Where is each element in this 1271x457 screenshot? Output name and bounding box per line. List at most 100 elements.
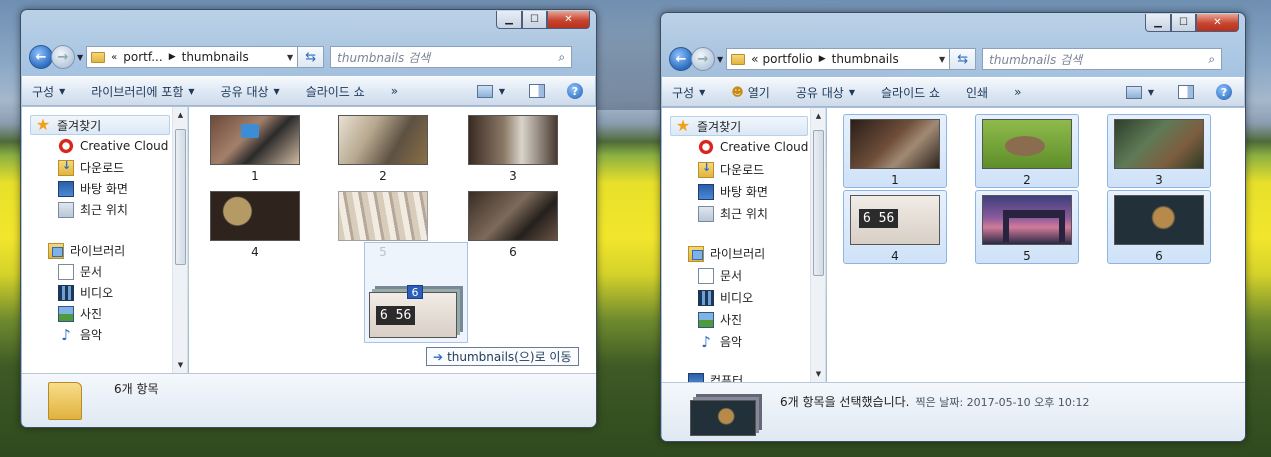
search-box[interactable]: thumbnails 검색 ⌕ <box>982 48 1223 70</box>
address-bar[interactable]: « portf... ▶ thumbnails ▼ <box>86 46 299 68</box>
minimize-button[interactable]: ▁ <box>496 11 522 29</box>
slideshow-button[interactable]: 슬라이드 쇼 <box>306 83 365 100</box>
view-dropdown[interactable]: ▼ <box>499 87 505 96</box>
organize-button[interactable]: 구성 ▼ <box>32 83 65 100</box>
nav-favorites[interactable]: ★ 즐겨찾기 <box>670 116 808 136</box>
address-dropdown[interactable]: ▼ <box>939 55 945 64</box>
file-list[interactable]: 1 2 3 4 5 6 <box>827 108 1245 382</box>
search-box[interactable]: thumbnails 검색 ⌕ <box>330 46 573 68</box>
nav-item-videos[interactable]: 비디오 <box>58 284 113 301</box>
breadcrumb-separator[interactable]: ▶ <box>169 52 176 62</box>
nav-favorites[interactable]: ★ 즐겨찾기 <box>30 115 170 135</box>
refresh-icon[interactable]: ⇆ <box>950 48 977 70</box>
thumbnail-image <box>982 119 1072 169</box>
scroll-thumb[interactable] <box>175 129 186 265</box>
back-icon[interactable]: ← <box>669 47 693 71</box>
include-in-library-button[interactable]: 라이브러리에 포함 ▼ <box>91 83 194 100</box>
breadcrumb-overflow[interactable]: « <box>751 52 758 66</box>
more-commands-button[interactable]: » <box>391 84 398 98</box>
scroll-down-arrow[interactable]: ▼ <box>173 357 187 373</box>
close-button[interactable]: ✕ <box>1196 14 1239 32</box>
search-icon[interactable]: ⌕ <box>558 50 565 65</box>
open-button[interactable]: ☻ 열기 <box>731 84 770 101</box>
print-button[interactable]: 인쇄 <box>966 84 988 101</box>
nav-item-recent[interactable]: 최근 위치 <box>698 205 768 222</box>
breadcrumb-overflow[interactable]: « <box>111 52 117 63</box>
breadcrumb-item[interactable]: portfolio <box>763 52 813 66</box>
forward-icon[interactable]: → <box>691 47 715 71</box>
maximize-button[interactable]: ☐ <box>522 11 547 29</box>
nav-computer[interactable]: 컴퓨터 <box>688 372 743 382</box>
explorer-window-right[interactable]: ▁ ☐ ✕ ← → ▼ « portfolio ▶ thumbnails ▼ ⇆… <box>660 12 1246 442</box>
nav-item-documents[interactable]: 문서 <box>58 263 102 280</box>
nav-item-downloads[interactable]: 다운로드 <box>58 159 124 176</box>
nav-libraries[interactable]: 라이브러리 <box>48 242 125 259</box>
share-with-button[interactable]: 공유 대상 ▼ <box>796 84 855 101</box>
thumbnail-item[interactable]: 1 <box>203 111 307 185</box>
maximize-button[interactable]: ☐ <box>1171 14 1196 32</box>
share-with-button[interactable]: 공유 대상 ▼ <box>221 83 280 100</box>
navigation-pane: ★즐겨찾기 Creative Cloud F 다운로드 바탕 화면 최근 위치 … <box>662 108 826 382</box>
scroll-thumb[interactable] <box>813 130 824 276</box>
scroll-up-arrow[interactable]: ▲ <box>811 108 825 124</box>
back-icon[interactable]: ← <box>29 45 53 69</box>
address-dropdown[interactable]: ▼ <box>287 53 293 62</box>
photo-icon <box>698 311 714 328</box>
scroll-up-arrow[interactable]: ▲ <box>173 107 187 123</box>
thumbnail-item[interactable]: 5 <box>975 190 1079 264</box>
thumbnail-item[interactable]: 6 <box>461 187 565 261</box>
nav-item-videos[interactable]: 비디오 <box>698 289 753 306</box>
more-commands-button[interactable]: » <box>1014 85 1021 99</box>
breadcrumb-item[interactable]: thumbnails <box>832 52 899 66</box>
drag-tooltip: ➔ thumbnails(으)로 이동 <box>426 347 579 366</box>
preview-pane-icon[interactable] <box>1178 85 1194 99</box>
forward-icon[interactable]: → <box>51 45 75 69</box>
preview-pane-icon[interactable] <box>529 84 545 98</box>
close-button[interactable]: ✕ <box>547 11 590 29</box>
help-icon[interactable]: ? <box>1216 84 1232 100</box>
nav-item-pictures[interactable]: 사진 <box>698 311 742 328</box>
nav-item-music[interactable]: ♪ 음악 <box>698 333 742 350</box>
refresh-icon[interactable]: ⇆ <box>298 46 325 68</box>
breadcrumb-separator[interactable]: ▶ <box>819 54 826 64</box>
breadcrumb-item[interactable]: portf... <box>123 50 162 64</box>
thumbnail-item[interactable]: 1 <box>843 114 947 188</box>
thumbnail-item[interactable]: 2 <box>331 111 435 185</box>
nav-item-desktop[interactable]: 바탕 화면 <box>698 183 768 200</box>
organize-button[interactable]: 구성 ▼ <box>672 84 705 101</box>
slideshow-button[interactable]: 슬라이드 쇼 <box>881 84 940 101</box>
search-icon[interactable]: ⌕ <box>1208 52 1215 67</box>
nav-item-documents[interactable]: 문서 <box>698 267 742 284</box>
view-icon[interactable] <box>1125 85 1142 99</box>
nav-item-music[interactable]: ♪ 음악 <box>58 326 102 343</box>
address-bar[interactable]: « portfolio ▶ thumbnails ▼ <box>726 48 951 70</box>
thumbnail-item[interactable]: 6 <box>1107 190 1211 264</box>
minimize-button[interactable]: ▁ <box>1145 14 1171 32</box>
thumbnail-item[interactable]: 4 <box>843 190 947 264</box>
music-icon: ♪ <box>701 332 711 351</box>
search-input[interactable]: thumbnails 검색 <box>337 49 430 66</box>
nav-libraries[interactable]: 라이브러리 <box>688 245 765 262</box>
search-input[interactable]: thumbnails 검색 <box>989 51 1082 68</box>
computer-icon <box>688 372 704 382</box>
nav-item-recent[interactable]: 최근 위치 <box>58 201 128 218</box>
recent-pages-dropdown[interactable]: ▼ <box>717 55 723 64</box>
view-dropdown[interactable]: ▼ <box>1148 88 1154 97</box>
thumbnail-item[interactable]: 3 <box>461 111 565 185</box>
help-icon[interactable]: ? <box>567 83 583 99</box>
thumbnail-item[interactable]: 3 <box>1107 114 1211 188</box>
scroll-down-arrow[interactable]: ▼ <box>811 366 825 382</box>
recent-pages-dropdown[interactable]: ▼ <box>77 53 83 62</box>
thumbnail-item[interactable]: 4 <box>203 187 307 261</box>
nav-item-creative-cloud[interactable]: Creative Cloud F <box>58 138 179 154</box>
nav-scrollbar[interactable]: ▲ ▼ <box>810 108 825 382</box>
breadcrumb-item[interactable]: thumbnails <box>182 50 249 64</box>
nav-item-creative-cloud[interactable]: Creative Cloud F <box>698 139 819 155</box>
nav-item-pictures[interactable]: 사진 <box>58 305 102 322</box>
thumbnail-item[interactable]: 2 <box>975 114 1079 188</box>
nav-item-downloads[interactable]: 다운로드 <box>698 161 764 178</box>
thumbnail-image <box>468 115 558 165</box>
view-icon[interactable] <box>476 84 493 98</box>
nav-item-desktop[interactable]: 바탕 화면 <box>58 180 128 197</box>
nav-scrollbar[interactable]: ▲ ▼ <box>172 107 187 373</box>
